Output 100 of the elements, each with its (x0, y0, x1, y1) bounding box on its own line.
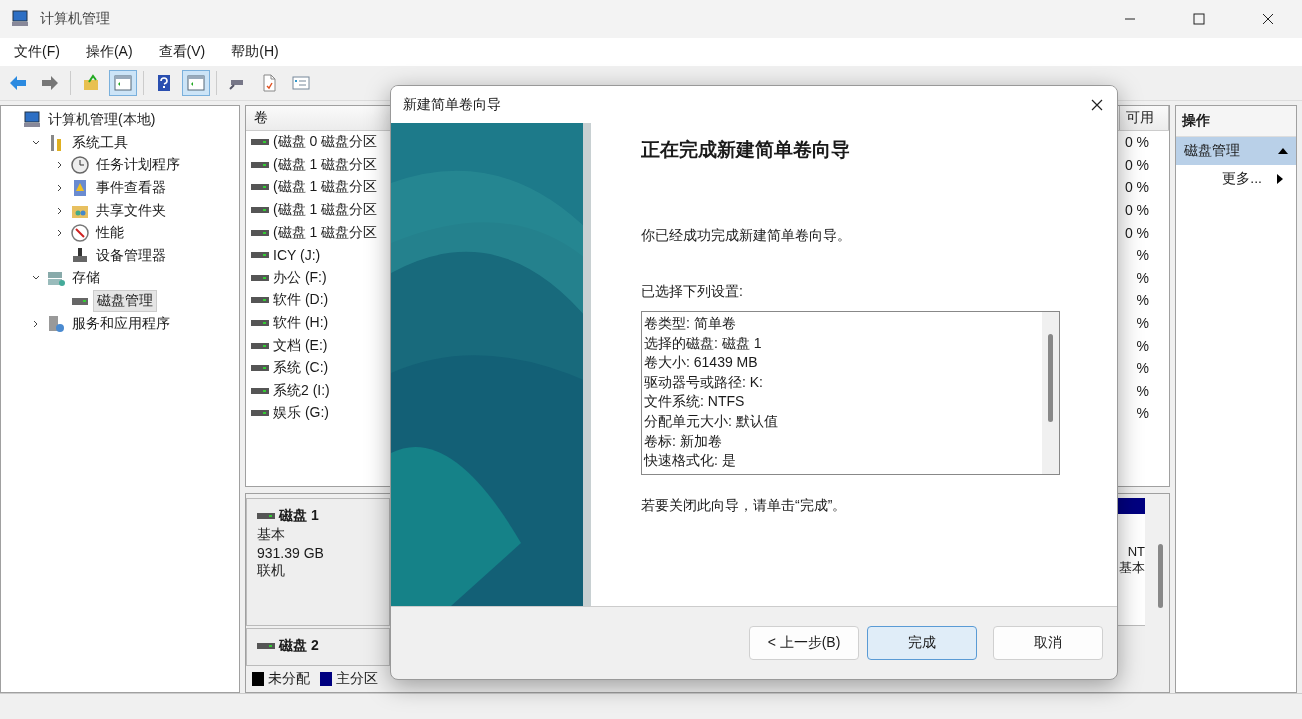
volume-name[interactable]: (磁盘 1 磁盘分区 (273, 178, 378, 197)
setting-line: 卷类型: 简单卷 (644, 314, 737, 333)
volume-name[interactable]: 软件 (H:) (273, 314, 329, 333)
list-icon (291, 73, 311, 93)
drive-icon (251, 160, 269, 169)
volume-name[interactable]: 软件 (D:) (273, 291, 329, 310)
setting-line: 文件系统: NTFS (644, 392, 746, 412)
available-cell: 0 % (1124, 202, 1149, 219)
close-icon[interactable] (1091, 98, 1103, 111)
tree-item[interactable]: 存储 (69, 268, 103, 289)
volume-name[interactable]: (磁盘 1 磁盘分区 (273, 155, 378, 174)
settings-label: 已选择下列设置: (641, 283, 744, 301)
pane-icon (113, 73, 133, 93)
volume-name[interactable]: 系统2 (I:) (273, 381, 330, 400)
setting-line: 快速格式化: 是 (644, 451, 737, 471)
available-cell: % (1136, 405, 1149, 422)
legend-label: 未分配 (268, 670, 310, 688)
tree-item[interactable]: 共享文件夹 (93, 200, 169, 221)
submenu-arrow-icon (1276, 174, 1284, 184)
tree-item[interactable]: 任务计划程序 (93, 155, 183, 176)
collapse-icon[interactable] (1278, 147, 1288, 155)
actions-section[interactable]: 磁盘管理 (1176, 137, 1296, 165)
drive-icon (257, 642, 275, 650)
closing-text: 若要关闭此向导，请单击“完成”。 (641, 497, 848, 515)
menu-item[interactable]: 帮助(H) (223, 43, 287, 61)
available-cell: % (1136, 269, 1149, 286)
window-title: 计算机管理 (40, 10, 110, 28)
available-cell: % (1136, 360, 1149, 377)
available-cell: 0 % (1124, 156, 1149, 173)
tree-item[interactable]: 服务和应用程序 (69, 313, 173, 334)
up-icon (81, 73, 101, 93)
dialog-title: 新建简单卷向导 (403, 95, 501, 114)
volume-name[interactable]: 办公 (F:) (273, 268, 327, 287)
volume-name[interactable]: (磁盘 1 磁盘分区 (273, 201, 378, 220)
available-cell: % (1136, 337, 1149, 354)
tree-item[interactable]: 设备管理器 (93, 245, 169, 266)
menu-item[interactable]: 操作(A) (77, 43, 141, 61)
available-cell: % (1136, 382, 1149, 399)
action-link[interactable]: 更多... (1222, 170, 1262, 188)
intro-text: 你已经成功完成新建简单卷向导。 (641, 227, 852, 245)
drive-icon (251, 251, 269, 260)
available-cell: 0 % (1124, 224, 1149, 241)
partition-text: NT (1127, 544, 1145, 559)
volume-name[interactable]: 系统 (C:) (273, 359, 329, 378)
dialog-button[interactable]: 完成 (867, 626, 977, 660)
tree-item[interactable]: 计算机管理(本地) (45, 110, 159, 131)
volume-name[interactable]: 文档 (E:) (273, 336, 328, 355)
tree-item[interactable]: 事件查看器 (93, 178, 169, 199)
available-cell: 0 % (1124, 134, 1149, 151)
disk-detail: 931.39 GB (257, 545, 325, 561)
dialog-button[interactable]: 取消 (993, 626, 1103, 660)
volume-name[interactable]: (磁盘 0 磁盘分区 (273, 133, 378, 152)
volume-name[interactable]: 娱乐 (G:) (273, 404, 329, 423)
scrollbar-thumb[interactable] (1048, 334, 1053, 422)
wizard-heading: 正在完成新建简单卷向导 (641, 138, 851, 162)
drive-icon (251, 138, 269, 147)
close-icon[interactable] (1262, 13, 1274, 25)
setting-line: 卷大小: 61439 MB (644, 353, 759, 373)
pane2-icon (186, 73, 206, 93)
menu-item[interactable]: 文件(F) (6, 43, 68, 61)
volume-name[interactable]: ICY (J:) (273, 247, 321, 264)
dialog-button[interactable]: < 上一步(B) (749, 626, 859, 660)
setting-line: 驱动器号或路径: K: (644, 372, 764, 392)
drive-icon (257, 512, 275, 520)
forward-icon (40, 73, 60, 93)
menu-item[interactable]: 查看(V) (150, 43, 214, 61)
actions-title: 操作 (1176, 106, 1296, 137)
disk-detail: 基本 (257, 526, 286, 544)
disk-name: 磁盘 2 (279, 637, 319, 655)
drive-icon (251, 386, 269, 395)
available-cell: % (1136, 292, 1149, 309)
setting-line: 分配单元大小: 默认值 (644, 411, 779, 431)
disk-name: 磁盘 1 (279, 507, 319, 525)
maximize-icon[interactable] (1193, 13, 1205, 25)
scrollbar-thumb[interactable] (1158, 544, 1163, 608)
drive-icon (251, 206, 269, 215)
tree-item[interactable]: 系统工具 (69, 132, 131, 153)
tree-item[interactable]: 性能 (93, 223, 127, 244)
drive-icon (251, 296, 269, 305)
pane-toolbar-button[interactable] (109, 70, 137, 96)
column-header[interactable]: 可用 (1119, 106, 1169, 130)
available-cell: % (1136, 315, 1149, 332)
tree-item[interactable]: 磁盘管理 (93, 290, 157, 313)
drive-icon (251, 409, 269, 418)
drive-icon (251, 364, 269, 373)
drive-icon (251, 228, 269, 237)
drive-icon (251, 319, 269, 328)
available-cell: % (1136, 247, 1149, 264)
setting-line: 卷标: 新加卷 (644, 431, 723, 451)
drive-icon (251, 183, 269, 192)
volume-name[interactable]: (磁盘 1 磁盘分区 (273, 223, 378, 242)
computer-icon (10, 9, 30, 29)
disk-detail: 联机 (257, 562, 286, 580)
available-cell: 0 % (1124, 179, 1149, 196)
clock-icon (70, 155, 90, 176)
setting-line: 选择的磁盘: 磁盘 1 (644, 333, 763, 353)
partition-text: 基本 (1119, 559, 1145, 577)
drive-icon (251, 341, 269, 350)
legend-label: 主分区 (336, 670, 378, 688)
drive-icon (251, 273, 269, 282)
